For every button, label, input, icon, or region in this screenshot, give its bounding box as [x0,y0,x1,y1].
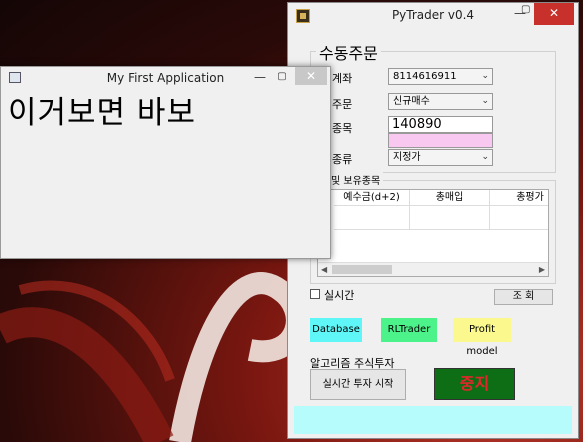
firstapp-titlebar[interactable]: My First Application — ▢ ✕ [1,67,330,89]
code-label: 종목 [332,122,353,135]
stock-code-input[interactable]: 140890 [388,116,493,133]
pytrader-titlebar[interactable]: PyTrader v0.4 — ✕ [288,3,578,29]
order-type-value: 신규매수 [393,96,430,107]
table-cell[interactable] [334,206,410,230]
manual-order-group-title: 수동주문 [316,40,381,64]
pytrader-maximize-button[interactable]: ▢ [521,4,530,15]
chevron-down-icon: ⌄ [481,71,489,81]
table-cell[interactable] [410,206,490,230]
close-button[interactable]: ✕ [295,67,327,85]
order-label: 주문 [332,98,353,111]
table-header[interactable]: 예수금(d+2) [334,190,410,206]
account-select-value: 8114616911 [393,71,457,82]
chevron-down-icon: ⌄ [481,96,489,106]
scroll-left-icon[interactable]: ◀ [321,263,327,276]
account-label: 계좌 [332,72,353,85]
database-button[interactable]: Database [310,318,362,342]
realtime-label: 실시간 [324,289,355,302]
main-label: 이거보면 바보 [8,95,196,131]
table-header[interactable]: 총매입 [410,190,490,206]
scrollbar-thumb[interactable] [332,265,392,274]
rltrader-button[interactable]: RLTrader [381,318,437,342]
status-bar [294,406,572,434]
profit-model-button[interactable]: Profit model [453,318,511,357]
account-select[interactable]: 8114616911 ⌄ [388,68,493,85]
holdings-table[interactable]: 예수금(d+2) 총매입 총평가 ◀ ▶ [317,189,549,277]
table-header[interactable]: 총평가 [490,190,548,206]
first-application-window: My First Application — ▢ ✕ 이거보면 바보 [0,66,331,259]
close-button[interactable]: ✕ [534,3,574,25]
chevron-down-icon: ⌄ [481,152,489,162]
start-realtime-button[interactable]: 실시간 투자 시작 [310,369,406,400]
realtime-checkbox[interactable] [310,289,320,299]
price-type-value: 지정가 [393,152,421,163]
query-button[interactable]: 조 회 [494,289,553,305]
minimize-button[interactable]: — [251,67,269,89]
stop-button[interactable]: 중지 [434,368,515,400]
order-type-select[interactable]: 신규매수 ⌄ [388,93,493,110]
horizontal-scrollbar[interactable]: ◀ ▶ [318,262,548,276]
table-cell[interactable] [490,206,548,230]
price-type-label: 종류 [332,153,353,166]
holdings-group-title: 및 보유종목 [328,172,384,187]
maximize-button[interactable]: ▢ [273,67,291,89]
stock-name-field [388,133,493,148]
scroll-right-icon[interactable]: ▶ [539,263,545,276]
price-type-select[interactable]: 지정가 ⌄ [388,149,493,166]
